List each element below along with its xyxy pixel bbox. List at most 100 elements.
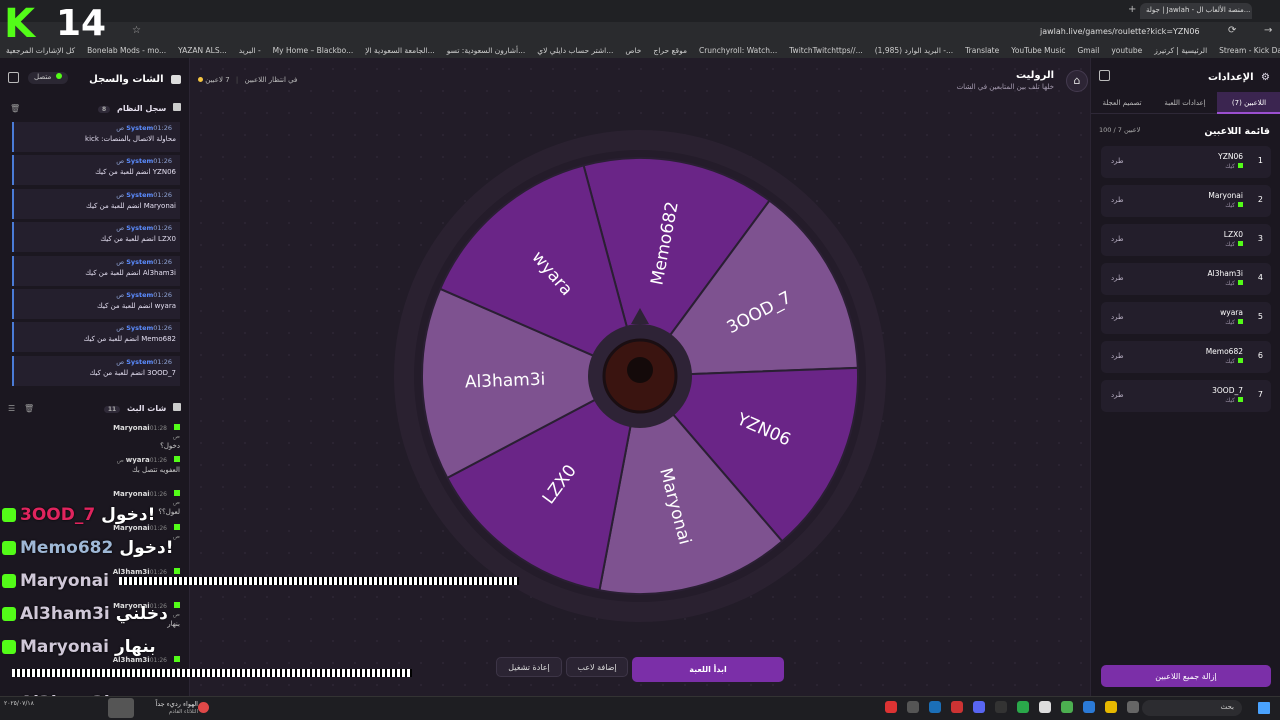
restart-button[interactable]: إعادة تشغيل xyxy=(496,657,562,677)
kick-player-button[interactable]: طرد xyxy=(1111,391,1124,399)
trash-icon[interactable]: 🗑 xyxy=(24,404,34,413)
xbox-icon[interactable] xyxy=(1017,701,1029,713)
app-icon[interactable] xyxy=(885,701,897,713)
platform-label: كيك xyxy=(1225,241,1235,248)
start-game-button[interactable]: ابدأ اللعبة xyxy=(632,657,784,682)
app-icon[interactable] xyxy=(995,701,1007,713)
platform-label: كيك xyxy=(1225,163,1235,170)
weather-thumbnail xyxy=(108,698,134,718)
log-icon xyxy=(173,103,181,111)
list-icon[interactable]: ☰ xyxy=(8,404,15,413)
bookmark-item[interactable]: الجامعة السعودية الإ... xyxy=(365,46,434,55)
remove-all-label: إزالة جميع اللاعبين xyxy=(1155,671,1217,681)
player-platform: كيك xyxy=(1225,319,1243,326)
system-log-entry: System01:26 ص wyara انضم للعبة من كيك xyxy=(12,289,180,319)
kick-badge-icon xyxy=(174,456,180,462)
player-rank: 4 xyxy=(1257,273,1263,282)
weather-text[interactable]: الهواء رديء جداً xyxy=(150,700,198,708)
kick-logo: K xyxy=(4,1,35,47)
kick-player-button[interactable]: طرد xyxy=(1111,352,1124,360)
browser-tab[interactable]: جولة | Jawlah - منصة الألعاب ال... xyxy=(1140,3,1252,19)
bookmark-item[interactable]: YouTube Music xyxy=(1011,46,1065,55)
settings-tab[interactable]: تصميم العجلة xyxy=(1091,92,1153,114)
bookmark-item[interactable]: الرئيسية | كرتيرز xyxy=(1154,46,1207,55)
kick-badge-icon xyxy=(174,424,180,430)
settings-tab[interactable]: اللاعبين (7) xyxy=(1217,92,1280,114)
bookmark-item[interactable]: Stream - Kick Dashb... xyxy=(1219,46,1280,55)
app-icon[interactable] xyxy=(1039,701,1051,713)
star-icon[interactable]: ☆ xyxy=(132,25,141,36)
back-icon[interactable]: → xyxy=(1264,25,1272,36)
reload-icon[interactable]: ⟳ xyxy=(1228,25,1236,36)
entry-sender: System xyxy=(126,190,154,199)
entry-sender: System xyxy=(126,324,154,333)
kick-badge-icon xyxy=(2,541,16,555)
kick-player-button[interactable]: طرد xyxy=(1111,313,1124,321)
add-player-button[interactable]: إضافة لاعب xyxy=(566,657,628,677)
start-button-label: ابدأ اللعبة xyxy=(689,665,727,674)
kick-player-button[interactable]: طرد xyxy=(1111,196,1124,204)
kick-badge-icon xyxy=(1238,241,1243,246)
bookmark-item[interactable]: خاص xyxy=(625,46,641,55)
bookmark-item[interactable]: Gmail xyxy=(1077,46,1099,55)
overlay-message: دخول! xyxy=(119,538,174,558)
bookmark-item[interactable]: youtube xyxy=(1111,46,1142,55)
url-field[interactable]: jawlah.live/games/roulette?kick=YZN06 xyxy=(1040,27,1200,36)
settings-header: ⚙ الإعدادات xyxy=(1208,70,1270,83)
settings-tab[interactable]: إعدادات اللعبة xyxy=(1155,92,1215,114)
new-tab-icon[interactable]: + xyxy=(1128,4,1136,15)
bookmark-item[interactable]: YAZAN ALS... xyxy=(178,46,227,55)
bookmark-item[interactable]: اشتر حساب دايلي لاي... xyxy=(537,46,613,55)
player-rank: 6 xyxy=(1257,351,1263,360)
chrome-icon[interactable] xyxy=(1061,701,1073,713)
discord-icon[interactable] xyxy=(973,701,985,713)
kick-badge-icon xyxy=(174,524,180,530)
windows-start-icon[interactable] xyxy=(1258,702,1270,714)
settings-title: الإعدادات xyxy=(1208,72,1254,83)
bookmark-item[interactable]: البريد - xyxy=(239,46,261,55)
entry-message: LZX0 انضم للعبة من كيك xyxy=(100,235,176,244)
player-card: 4 Al3ham3i كيك طرد xyxy=(1101,263,1271,295)
kick-player-button[interactable]: طرد xyxy=(1111,157,1124,165)
entry-meta: System01:26 ص xyxy=(18,291,176,299)
chat-panel-header: الشات والسجل xyxy=(89,72,181,85)
taskbar-search[interactable]: بحث xyxy=(1142,700,1242,716)
app-icon[interactable] xyxy=(1127,701,1139,713)
system-log-entry: System01:26 ص LZX0 انضم للعبة من كيك xyxy=(12,222,180,253)
app-icon[interactable] xyxy=(951,701,963,713)
bookmark-item[interactable]: Translate xyxy=(965,46,999,55)
trash-icon[interactable]: 🗑 xyxy=(10,104,20,113)
system-log-header[interactable]: سجل النظام 8 xyxy=(97,103,181,113)
bookmark-item[interactable]: TwitchTwitchttps//... xyxy=(789,46,863,55)
player-card: 6 Memo682 كيك طرد xyxy=(1101,341,1271,373)
kick-player-button[interactable]: طرد xyxy=(1111,274,1124,282)
entry-meta: System01:26 ص xyxy=(18,191,176,199)
system-log-title: سجل النظام xyxy=(116,104,167,113)
game-area: ⌂ الروليت خلها تلف بين المتابعين في الشا… xyxy=(190,58,1090,696)
entry-message: Al3ham3i انضم للعبة من كيك xyxy=(85,268,176,277)
bookmark-item[interactable]: Bonelab Mods - mo... xyxy=(87,46,166,55)
entry-sender: System xyxy=(126,357,154,366)
player-name: Maryonai xyxy=(1208,191,1243,200)
bot-chat-header[interactable]: شات البث 11 xyxy=(103,403,181,413)
bookmarks-bar: كل الإشارات المرجعية Bonelab Mods - mo...… xyxy=(0,42,1280,58)
remove-all-players-button[interactable]: إزالة جميع اللاعبين xyxy=(1101,665,1271,687)
player-name: Al3ham3i xyxy=(1207,269,1244,278)
roulette-wheel[interactable]: Memo6823OOD_7YZN06MaryonaiLZX0Al3ham3iwy… xyxy=(190,58,1090,696)
bookmark-item[interactable]: (1,985) البريد الوارد -... xyxy=(875,46,953,55)
bookmark-item[interactable]: أشارون السعودية: تسو... xyxy=(447,46,526,55)
kick-badge-icon xyxy=(174,490,180,496)
bookmark-item[interactable]: Crunchyroll: Watch... xyxy=(699,46,777,55)
app-icon[interactable] xyxy=(907,701,919,713)
collapse-panel-icon[interactable] xyxy=(8,72,19,83)
steam-icon[interactable] xyxy=(929,701,941,713)
folder-icon[interactable] xyxy=(1105,701,1117,713)
taskbar-date: ٢٠٢٥/٠٧/١٨ xyxy=(4,700,34,707)
bookmark-item[interactable]: My Home – Blackbo... xyxy=(273,46,354,55)
overlay-chat-line: 3OOD_7 دخول! xyxy=(2,502,155,528)
app-icon[interactable] xyxy=(1083,701,1095,713)
bookmark-item[interactable]: موقع حراج xyxy=(653,46,687,55)
player-card: 5 wyara كيك طرد xyxy=(1101,302,1271,334)
collapse-settings-icon[interactable] xyxy=(1099,70,1110,81)
kick-player-button[interactable]: طرد xyxy=(1111,235,1124,243)
